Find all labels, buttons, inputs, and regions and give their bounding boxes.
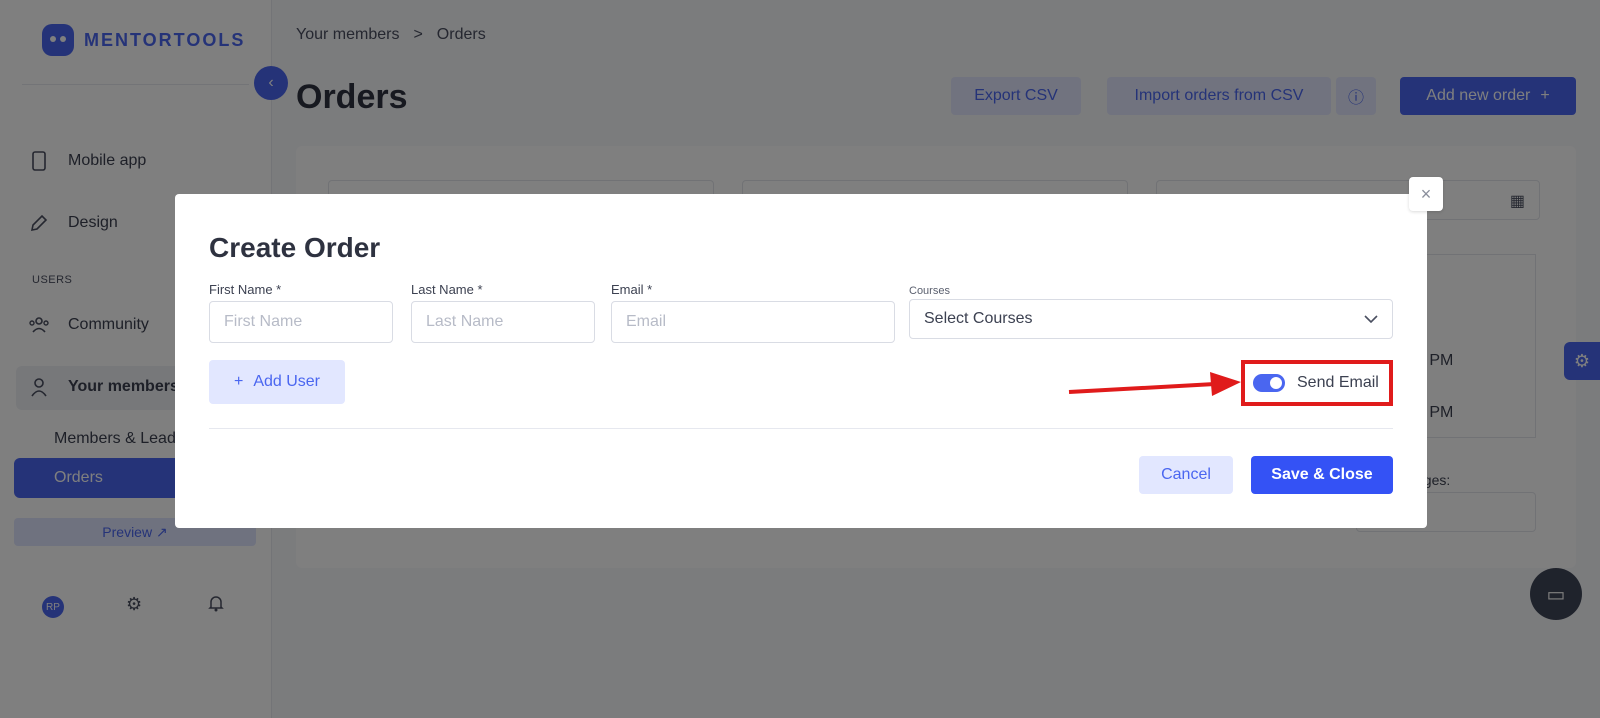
plus-icon: + bbox=[233, 373, 244, 390]
email-label: Email * bbox=[611, 282, 653, 297]
add-user-label: Add User bbox=[253, 373, 321, 390]
send-email-highlight: Send Email bbox=[1241, 360, 1393, 406]
send-email-toggle[interactable] bbox=[1253, 374, 1285, 392]
last-name-input[interactable]: Last Name bbox=[411, 301, 595, 343]
chevron-down-icon bbox=[1364, 310, 1378, 328]
save-close-button[interactable]: Save & Close bbox=[1251, 456, 1393, 494]
modal-divider bbox=[209, 428, 1393, 429]
add-user-button[interactable]: + Add User bbox=[209, 360, 345, 404]
email-input[interactable]: Email bbox=[611, 301, 895, 343]
annotation-arrow-icon bbox=[1068, 372, 1241, 396]
last-name-label: Last Name * bbox=[411, 282, 483, 297]
close-icon[interactable]: × bbox=[1409, 177, 1443, 211]
first-name-input[interactable]: First Name bbox=[209, 301, 393, 343]
courses-label: Courses bbox=[909, 285, 950, 297]
create-order-modal: Create Order First Name * First Name Las… bbox=[175, 194, 1427, 528]
cancel-button[interactable]: Cancel bbox=[1139, 456, 1233, 494]
courses-select-value: Select Courses bbox=[924, 310, 1033, 327]
first-name-label: First Name * bbox=[209, 282, 282, 297]
modal-title: Create Order bbox=[209, 232, 381, 263]
send-email-label: Send Email bbox=[1297, 374, 1379, 391]
courses-select[interactable]: Select Courses bbox=[909, 299, 1393, 339]
